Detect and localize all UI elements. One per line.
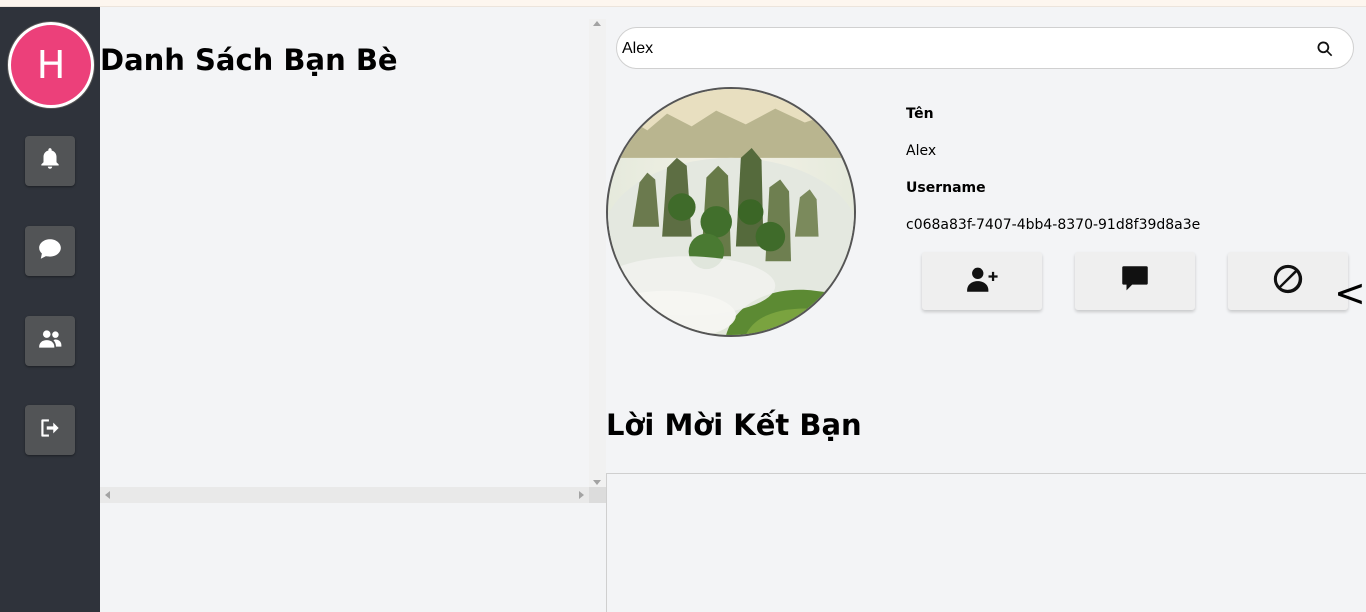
logout-icon	[37, 415, 63, 445]
username-label: Username	[906, 180, 986, 196]
search-input[interactable]	[620, 36, 1304, 62]
friend-requests-title: Lời Mời Kết Bạn	[606, 408, 862, 442]
scroll-down-arrow[interactable]	[593, 480, 601, 485]
friend-requests-list	[606, 473, 1366, 612]
search-bar	[616, 27, 1354, 69]
collapse-chevron-icon[interactable]: <	[1334, 274, 1366, 312]
friends-button[interactable]	[25, 316, 75, 366]
sidebar: H	[0, 7, 100, 612]
block-icon	[1271, 262, 1305, 300]
friends-list-panel: Danh Sách Bạn Bè	[100, 7, 606, 612]
message-button[interactable]	[1075, 252, 1195, 310]
add-friend-icon	[965, 262, 999, 300]
add-friend-button[interactable]	[922, 252, 1042, 310]
scroll-right-arrow[interactable]	[579, 491, 584, 499]
bell-icon	[37, 146, 63, 176]
chat-icon	[37, 236, 63, 266]
message-icon	[1118, 262, 1152, 300]
scroll-up-arrow[interactable]	[593, 21, 601, 26]
friends-list-title: Danh Sách Bạn Bè	[100, 43, 398, 77]
notifications-button[interactable]	[25, 136, 75, 186]
user-avatar[interactable]: H	[8, 22, 94, 108]
username-value: c068a83f-7407-4bb4-8370-91d8f39d8a3e	[906, 217, 1201, 233]
scrollbar-corner	[589, 487, 606, 503]
name-label: Tên	[906, 106, 934, 122]
name-value: Alex	[906, 143, 937, 159]
avatar-initial: H	[36, 43, 66, 87]
chat-button[interactable]	[25, 226, 75, 276]
vertical-scrollbar[interactable]	[589, 19, 606, 487]
block-button[interactable]	[1228, 252, 1348, 310]
horizontal-scrollbar[interactable]	[100, 487, 589, 503]
users-icon	[37, 326, 63, 356]
profile-picture	[606, 87, 856, 337]
top-strip	[0, 0, 1366, 7]
search-icon[interactable]	[1315, 39, 1335, 59]
logout-button[interactable]	[25, 405, 75, 455]
scroll-left-arrow[interactable]	[105, 491, 110, 499]
